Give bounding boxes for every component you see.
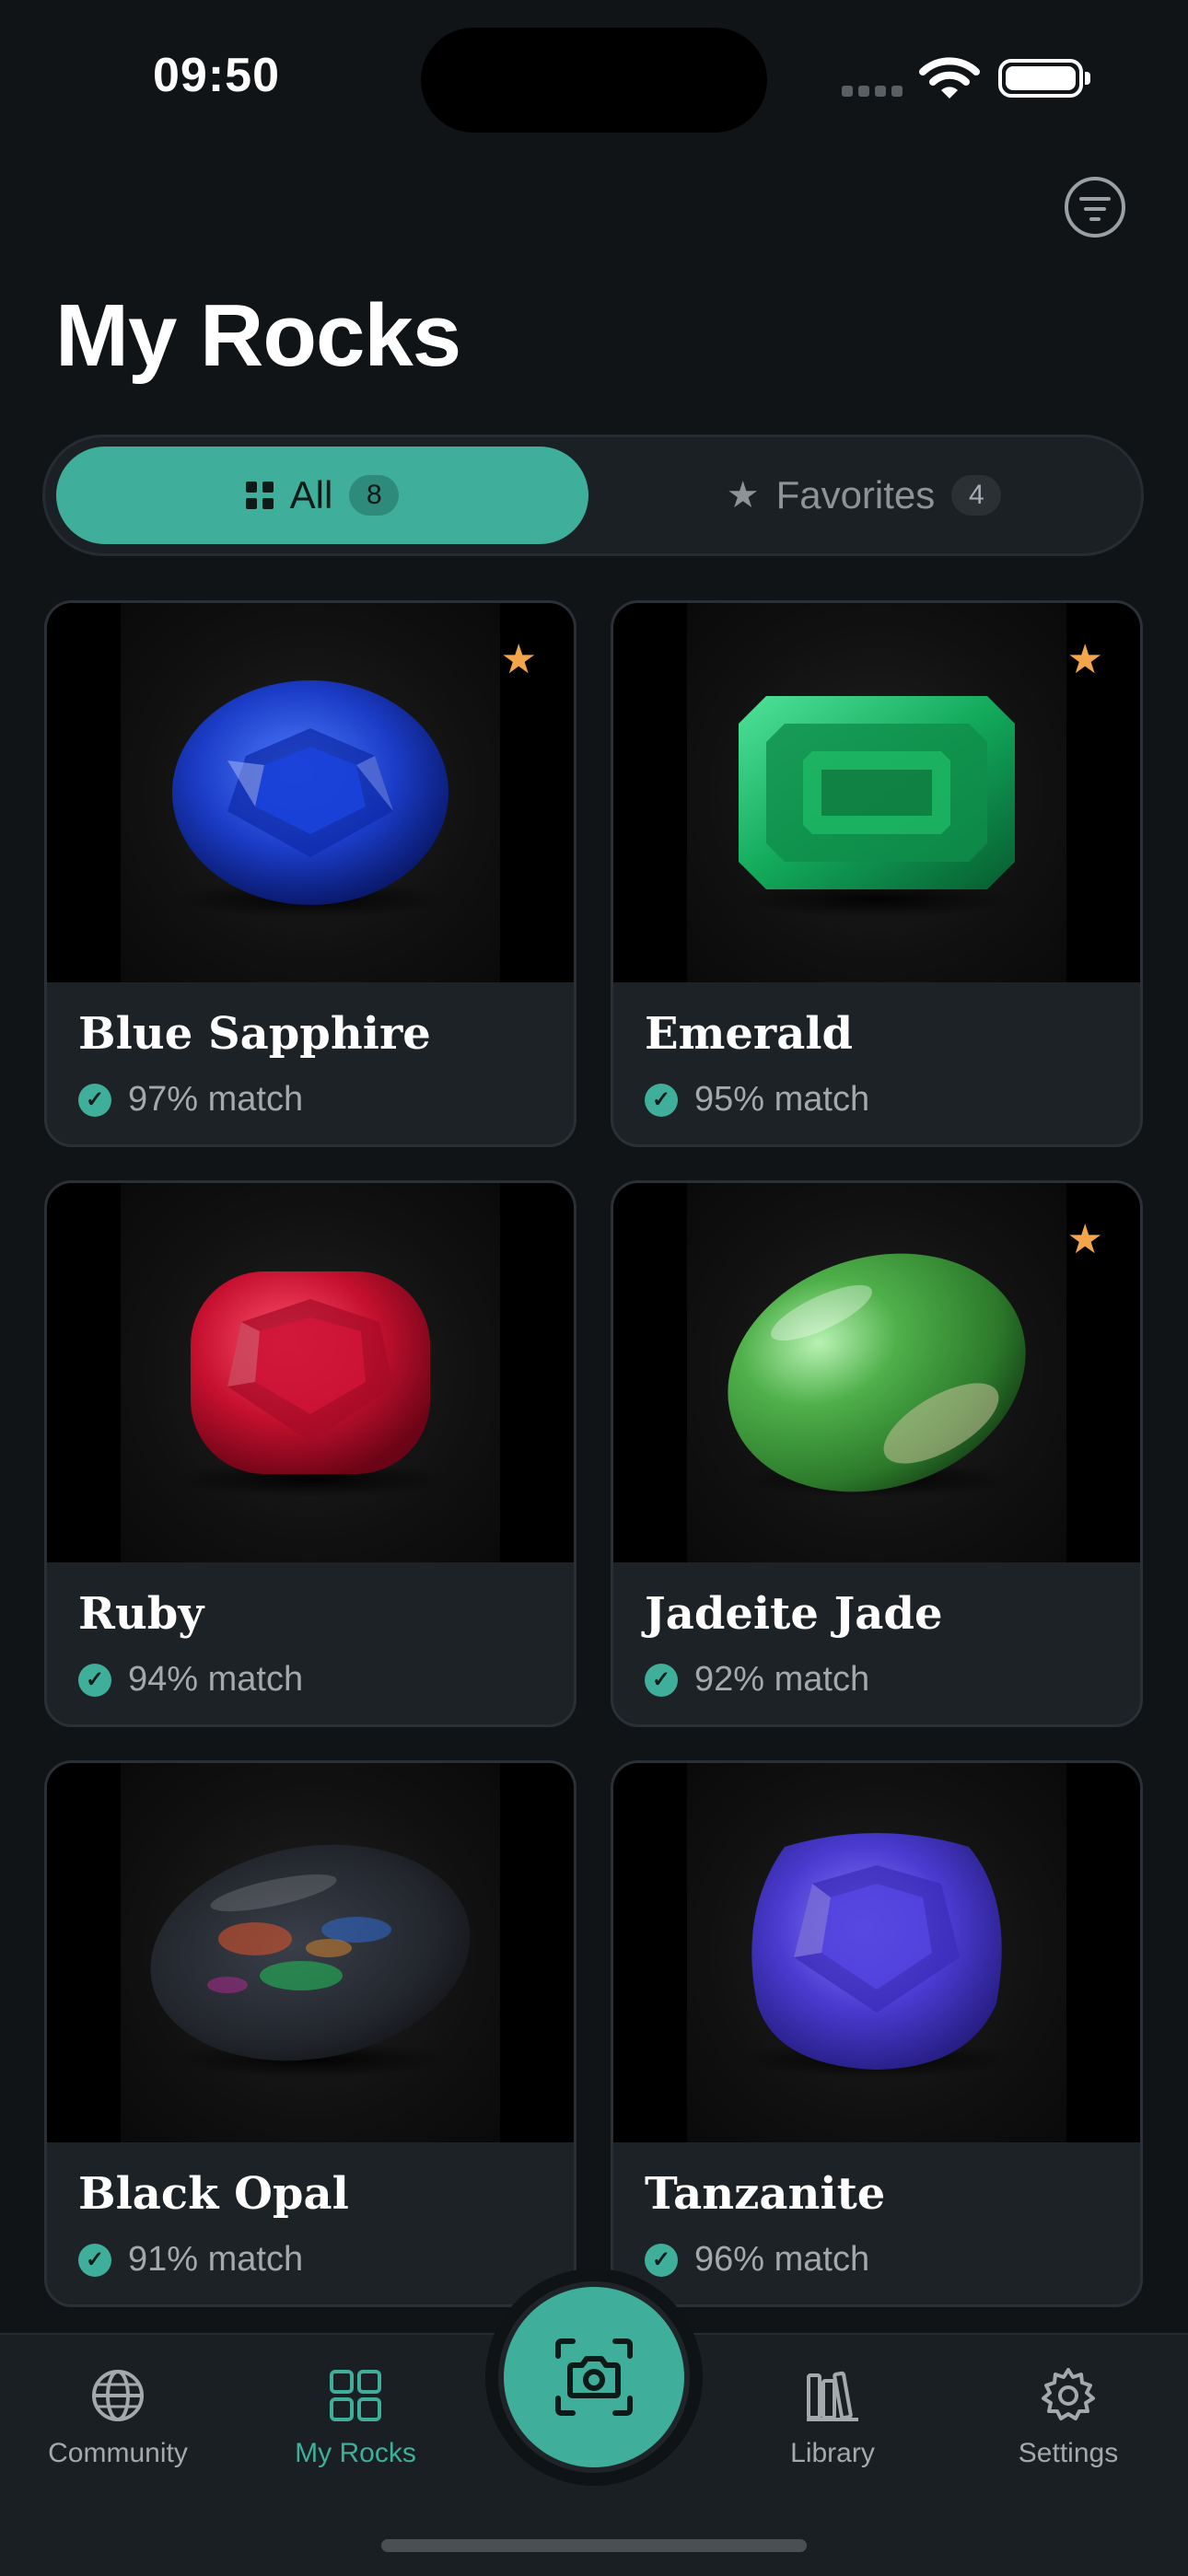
rock-image: ★ [47,603,574,982]
dynamic-island [421,28,767,133]
rock-image [47,1183,574,1562]
rock-image: ★ [613,603,1140,982]
match-row: ✓ 97% match [78,1080,303,1120]
camera-scan-button[interactable] [504,2287,684,2467]
tab-library[interactable]: Library [731,2335,934,2501]
ruby-image [191,1271,430,1474]
rock-image: ★ [613,1183,1140,1562]
tab-community[interactable]: Community [17,2335,219,2501]
tab-library-label: Library [790,2438,875,2468]
rock-image [613,1763,1140,2142]
rock-card[interactable]: ★ Emerald ✓ 95% match [611,600,1143,1147]
favorite-star-icon[interactable]: ★ [1067,636,1103,683]
star-icon: ★ [726,475,760,516]
match-percent: 92% match [694,1660,870,1699]
verified-badge-icon: ✓ [645,2243,678,2277]
segmented-control: All 8 ★ Favorites 4 [42,435,1144,556]
tab-settings[interactable]: Settings [967,2335,1170,2501]
jadeite-jade-image [728,1253,1026,1492]
segment-favorites[interactable]: ★ Favorites 4 [598,447,1130,544]
home-indicator [381,2539,807,2552]
grid-icon [330,2370,381,2421]
rock-card[interactable]: Tanzanite ✓ 96% match [611,1760,1143,2307]
verified-badge-icon: ✓ [78,1663,111,1697]
tab-community-label: Community [48,2438,188,2468]
rock-card[interactable]: Ruby ✓ 94% match [44,1180,577,1727]
segment-all[interactable]: All 8 [56,447,588,544]
cellular-signal-icon [842,85,908,97]
match-row: ✓ 92% match [645,1660,869,1700]
tab-settings-label: Settings [1018,2438,1119,2468]
match-percent: 96% match [694,2240,870,2279]
rock-card[interactable]: ★ Jadeite Jade ✓ 92% match [611,1180,1143,1727]
tab-my-rocks-label: My Rocks [295,2438,416,2468]
battery-icon [998,59,1090,98]
rock-name: Black Opal [78,2168,349,2220]
rock-image [47,1763,574,2142]
rock-name: Jadeite Jade [645,1588,943,1640]
match-percent: 91% match [128,2240,304,2279]
favorite-star-icon[interactable]: ★ [501,636,537,683]
wifi-icon [919,57,980,99]
library-icon [807,2371,858,2421]
verified-badge-icon: ✓ [78,2243,111,2277]
verified-badge-icon: ✓ [78,1083,111,1117]
match-row: ✓ 91% match [78,2240,303,2280]
match-percent: 94% match [128,1660,304,1699]
verified-badge-icon: ✓ [645,1663,678,1697]
emerald-image [739,696,1015,889]
favorite-star-icon[interactable]: ★ [1067,1216,1103,1263]
page-title: My Rocks [55,286,461,385]
camera-icon [555,2338,633,2416]
match-percent: 95% match [694,1080,870,1119]
rock-name: Emerald [645,1008,854,1060]
grid-icon [245,482,274,509]
rock-name: Blue Sapphire [78,1008,431,1060]
gear-icon [1042,2368,1095,2420]
match-row: ✓ 94% match [78,1660,303,1700]
globe-icon [92,2370,144,2421]
filter-button[interactable] [1065,177,1125,238]
segment-favorites-count: 4 [951,475,1002,516]
segment-favorites-label: Favorites [775,473,936,516]
match-percent: 97% match [128,1080,304,1119]
blue-sapphire-image [172,680,448,905]
black-opal-image [150,1844,471,2061]
status-bar: 09:50 [0,0,1188,157]
segment-all-count: 8 [349,475,400,516]
verified-badge-icon: ✓ [645,1083,678,1117]
match-row: ✓ 95% match [645,1080,869,1120]
rock-name: Tanzanite [645,2168,886,2220]
tab-my-rocks[interactable]: My Rocks [254,2335,457,2501]
match-row: ✓ 96% match [645,2240,869,2280]
segment-all-label: All [289,473,333,516]
tanzanite-image [751,1833,1002,2070]
rock-card[interactable]: Black Opal ✓ 91% match [44,1760,577,2307]
status-time: 09:50 [153,49,280,102]
rock-card[interactable]: ★ Blue Sapphire ✓ 97% match [44,600,577,1147]
rock-name: Ruby [78,1588,204,1640]
